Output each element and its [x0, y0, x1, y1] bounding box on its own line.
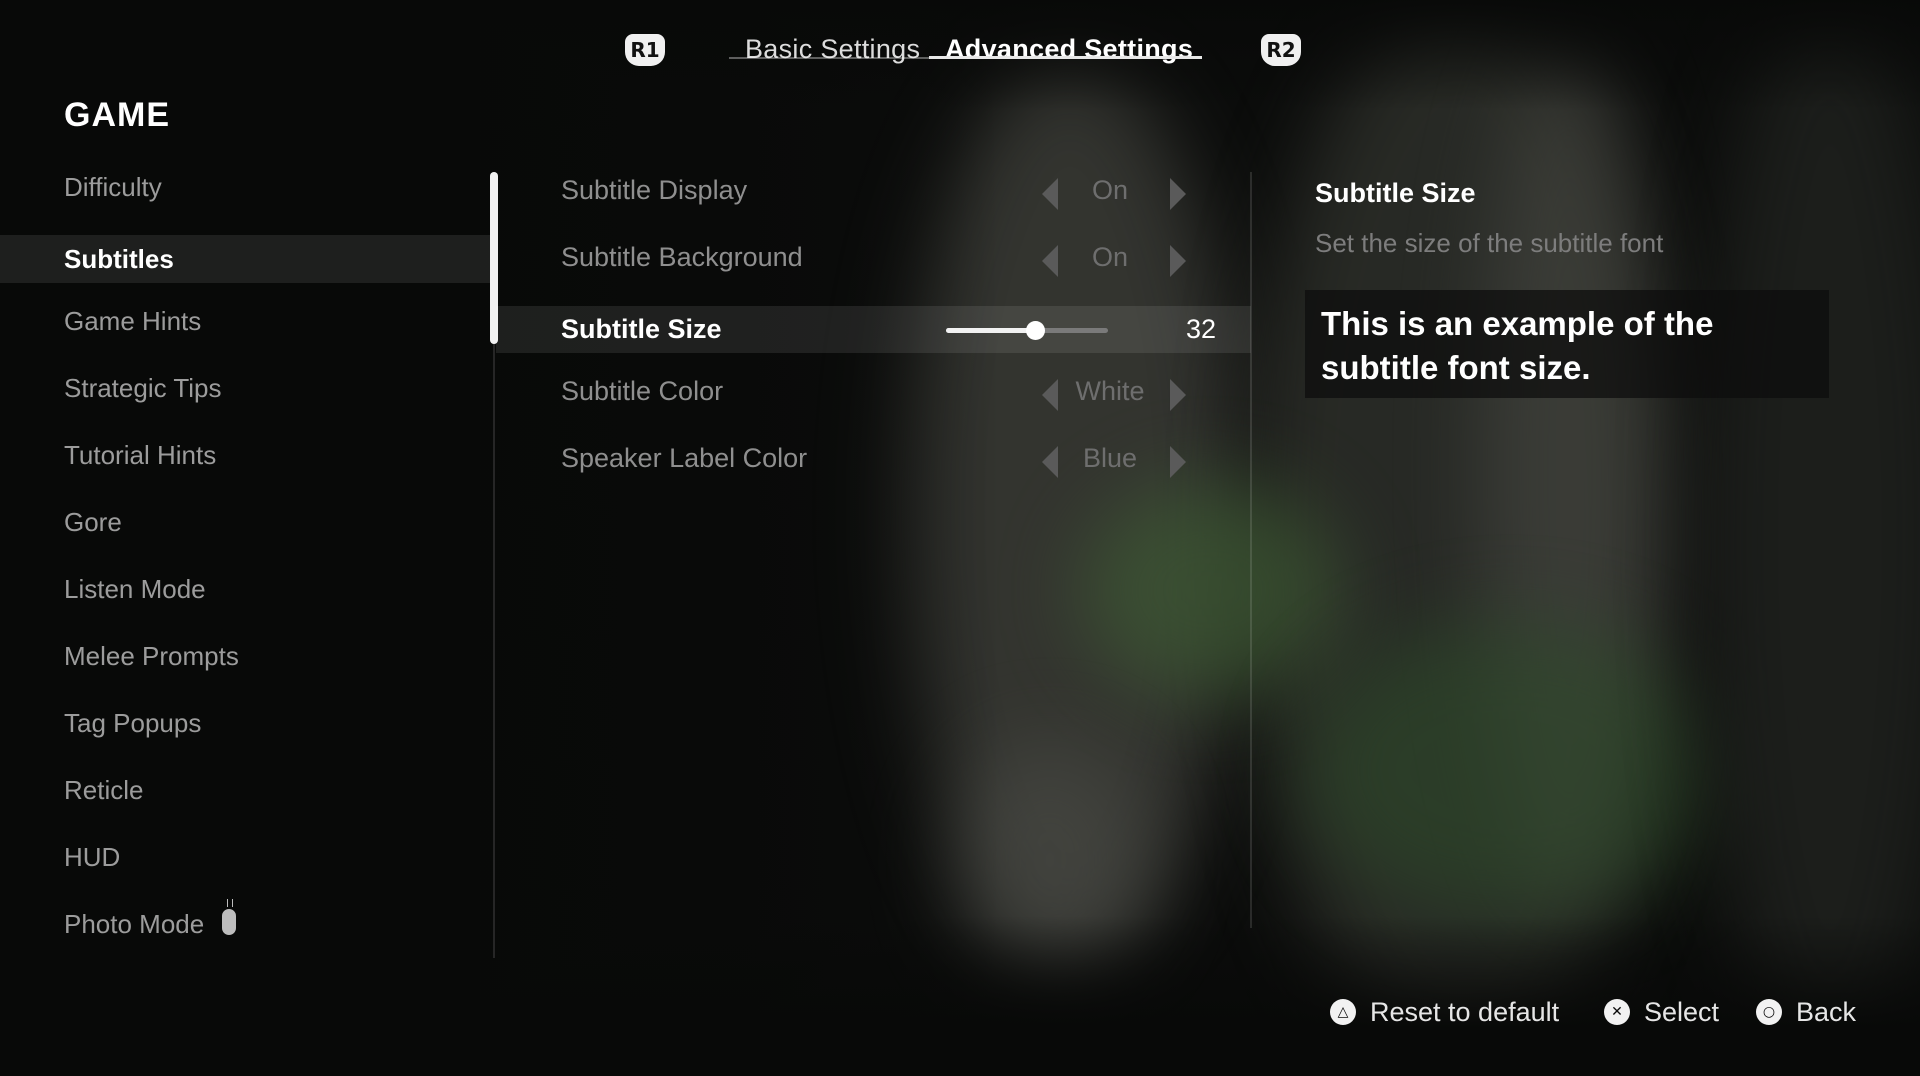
controller-icon — [222, 899, 237, 935]
prompt-label: Select — [1644, 996, 1720, 1027]
cross-button-icon: ✕ — [1604, 999, 1630, 1025]
setting-value: White — [1075, 376, 1145, 406]
sidebar-item-label: HUD — [64, 842, 121, 872]
section-title: GAME — [64, 96, 170, 134]
arrow-left-icon[interactable] — [1042, 379, 1058, 411]
sidebar-item-reticle[interactable]: Reticle — [0, 763, 492, 830]
settings-list: Subtitle Display On Subtitle Background … — [496, 162, 1251, 497]
arrow-right-icon[interactable] — [1170, 446, 1186, 478]
slider-fill — [946, 328, 1036, 333]
sidebar-item-strategic-tips[interactable]: Strategic Tips — [0, 361, 492, 428]
sidebar-item-label: Tutorial Hints — [64, 440, 217, 470]
tab-advanced-settings[interactable]: Advanced Settings — [929, 34, 1209, 73]
setting-value: 32 — [1185, 314, 1216, 344]
column-divider — [1250, 172, 1252, 928]
arrow-left-icon[interactable] — [1042, 178, 1058, 210]
setting-label: Speaker Label Color — [561, 443, 808, 473]
back-button[interactable]: ○ Back — [1756, 990, 1856, 1034]
setting-value: On — [1091, 175, 1129, 205]
sidebar-item-label: Subtitles — [64, 244, 174, 274]
subtitle-preview: This is an example of the subtitle font … — [1305, 290, 1829, 398]
setting-row-subtitle-size[interactable]: Subtitle Size 32 — [496, 306, 1251, 353]
prompt-label: Back — [1796, 996, 1857, 1027]
sidebar-item-game-hints[interactable]: Game Hints — [0, 294, 492, 361]
sidebar-item-label: Photo Mode — [64, 909, 205, 939]
circle-button-icon: ○ — [1756, 999, 1782, 1025]
r2-button-icon[interactable]: R2 — [1261, 34, 1301, 66]
description-title: Subtitle Size — [1315, 178, 1476, 208]
sidebar-item-label: Listen Mode — [64, 574, 206, 604]
arrow-right-icon[interactable] — [1170, 379, 1186, 411]
sidebar-item-label: Game Hints — [64, 306, 202, 336]
prompt-label: Reset to default — [1370, 996, 1560, 1027]
subtitle-size-slider[interactable] — [946, 321, 1108, 340]
description-text: Set the size of the subtitle font — [1315, 228, 1664, 258]
sidebar-item-label: Gore — [64, 507, 122, 537]
sidebar-item-gore[interactable]: Gore — [0, 495, 492, 562]
setting-row-speaker-label-color[interactable]: Speaker Label Color Blue — [496, 430, 1251, 497]
setting-row-subtitle-background[interactable]: Subtitle Background On — [496, 229, 1251, 296]
arrow-right-icon[interactable] — [1170, 178, 1186, 210]
sidebar-item-label: Difficulty — [64, 172, 162, 202]
setting-label: Subtitle Display — [561, 175, 748, 205]
triangle-button-icon: △ — [1330, 999, 1356, 1025]
reset-to-default-button[interactable]: △ Reset to default — [1330, 990, 1559, 1034]
arrow-left-icon[interactable] — [1042, 245, 1058, 277]
sidebar-item-tutorial-hints[interactable]: Tutorial Hints — [0, 428, 492, 495]
sidebar-item-label: Reticle — [64, 775, 144, 805]
sidebar-item-melee-prompts[interactable]: Melee Prompts — [0, 629, 492, 696]
arrow-right-icon[interactable] — [1170, 245, 1186, 277]
sidebar-item-subtitles[interactable]: Subtitles — [0, 235, 492, 283]
setting-label: Subtitle Color — [561, 376, 724, 406]
setting-value: On — [1091, 242, 1129, 272]
sidebar-item-listen-mode[interactable]: Listen Mode — [0, 562, 492, 629]
button-prompts: △ Reset to default ✕ Select ○ Back — [0, 990, 1920, 1034]
setting-label: Subtitle Size — [561, 314, 722, 344]
slider-knob[interactable] — [1026, 321, 1046, 340]
sidebar-item-label: Strategic Tips — [64, 373, 222, 403]
category-list: Difficulty Subtitles Game Hints Strategi… — [0, 160, 492, 964]
setting-row-subtitle-display[interactable]: Subtitle Display On — [496, 162, 1251, 229]
select-button[interactable]: ✕ Select — [1604, 990, 1719, 1034]
sidebar-item-tag-popups[interactable]: Tag Popups — [0, 696, 492, 763]
sidebar-item-hud[interactable]: HUD — [0, 830, 492, 897]
arrow-left-icon[interactable] — [1042, 446, 1058, 478]
setting-label: Subtitle Background — [561, 242, 803, 272]
tab-basic-settings[interactable]: Basic Settings — [729, 34, 936, 73]
active-tab-indicator — [929, 56, 1202, 59]
sidebar-item-label: Tag Popups — [64, 708, 202, 738]
sidebar-item-difficulty[interactable]: Difficulty — [0, 160, 492, 227]
sidebar-item-label: Melee Prompts — [64, 641, 239, 671]
r1-button-icon[interactable]: R1 — [625, 34, 665, 66]
setting-row-subtitle-color[interactable]: Subtitle Color White — [496, 363, 1251, 430]
setting-value: Blue — [1082, 443, 1138, 473]
sidebar-item-photo-mode[interactable]: Photo Mode — [0, 897, 492, 964]
